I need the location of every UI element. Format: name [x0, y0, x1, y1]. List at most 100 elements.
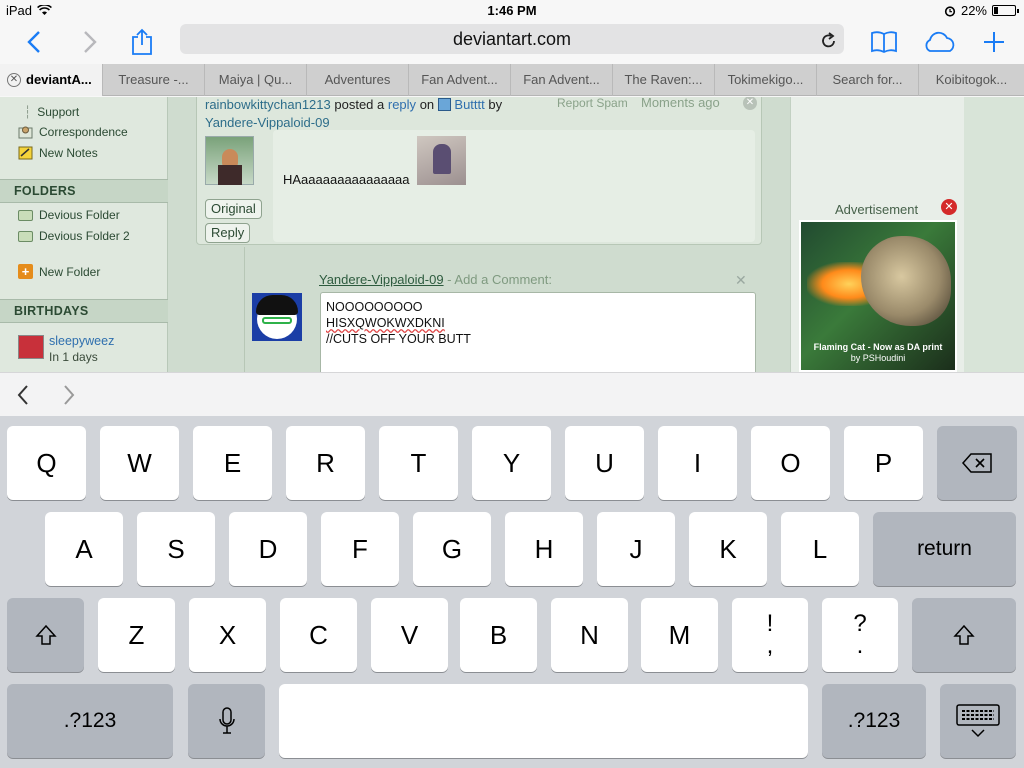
reply-user-link[interactable]: Yandere-Vippaloid-09: [319, 272, 444, 287]
space-key[interactable]: [279, 684, 808, 758]
key-d[interactable]: D: [229, 512, 307, 586]
shift-key-right[interactable]: [912, 598, 1016, 672]
birthday-avatar[interactable]: [18, 335, 44, 359]
numbers-key-left[interactable]: .?123: [7, 684, 173, 758]
comment-body: HAaaaaaaaaaaaaaaa: [273, 130, 755, 242]
key-b[interactable]: B: [460, 598, 537, 672]
comment-time: Moments ago: [641, 97, 720, 110]
sidebar-folder-2[interactable]: Devious Folder 2: [18, 229, 130, 243]
key-q[interactable]: Q: [7, 426, 86, 500]
tab-fan-adventures-2[interactable]: Fan Advent...: [511, 64, 613, 96]
share-button[interactable]: [124, 24, 160, 60]
tab-maiya[interactable]: Maiya | Qu...: [205, 64, 307, 96]
key-l[interactable]: L: [781, 512, 859, 586]
key-question-period[interactable]: ?.: [822, 598, 898, 672]
battery-icon: [992, 5, 1019, 16]
previous-field-button[interactable]: [16, 383, 30, 412]
backspace-key[interactable]: [937, 426, 1017, 500]
tab-tokimeki[interactable]: Tokimekigo...: [715, 64, 817, 96]
comment-author-avatar[interactable]: [205, 136, 254, 185]
reload-button[interactable]: [820, 29, 838, 59]
close-reply-icon[interactable]: ✕: [735, 272, 747, 289]
reload-icon: [822, 32, 835, 48]
key-c[interactable]: C: [280, 598, 357, 672]
sidebar-new-notes-link[interactable]: New Notes: [18, 146, 98, 160]
key-f[interactable]: F: [321, 512, 399, 586]
reply-button[interactable]: Reply: [205, 223, 251, 243]
key-w[interactable]: W: [100, 426, 179, 500]
key-s[interactable]: S: [137, 512, 215, 586]
delete-icon: [961, 453, 992, 473]
battery-percent: 22%: [960, 3, 987, 18]
key-o[interactable]: O: [751, 426, 830, 500]
sidebar-folder-1[interactable]: Devious Folder: [18, 208, 120, 222]
key-k[interactable]: K: [689, 512, 767, 586]
key-a[interactable]: A: [45, 512, 123, 586]
note-icon: [18, 146, 33, 160]
key-x[interactable]: X: [189, 598, 266, 672]
back-button[interactable]: [16, 24, 52, 60]
bookmarks-button[interactable]: [866, 24, 902, 60]
tab-deviantart[interactable]: ✕ deviantA...: [0, 64, 103, 96]
folder-icon: [18, 209, 33, 221]
key-n[interactable]: N: [551, 598, 628, 672]
advertisement-image[interactable]: Flaming Cat - Now as DA print by PSHoudi…: [799, 220, 957, 372]
next-field-button[interactable]: [62, 383, 76, 412]
key-j[interactable]: J: [597, 512, 675, 586]
tab-adventures[interactable]: Adventures: [307, 64, 409, 96]
close-ad-icon[interactable]: ✕: [941, 199, 957, 215]
key-i[interactable]: I: [658, 426, 737, 500]
shift-icon: [34, 624, 57, 645]
keyboard-dismiss-icon: [956, 704, 1000, 738]
reply-link[interactable]: reply: [388, 97, 416, 112]
key-exclamation-comma[interactable]: !,: [732, 598, 808, 672]
key-m[interactable]: M: [641, 598, 718, 672]
report-spam-link[interactable]: Report Spam: [557, 97, 628, 110]
correspondence-icon: [18, 126, 33, 139]
sidebar-support-link[interactable]: ┆ Support: [24, 105, 79, 119]
clock: 1:46 PM: [487, 3, 537, 18]
key-r[interactable]: R: [286, 426, 365, 500]
key-h[interactable]: H: [505, 512, 583, 586]
key-t[interactable]: T: [379, 426, 458, 500]
tab-treasure[interactable]: Treasure -...: [103, 64, 205, 96]
reply-form: Yandere-Vippaloid-09 - Add a Comment: ✕ …: [244, 247, 790, 372]
key-e[interactable]: E: [193, 426, 272, 500]
tab-search[interactable]: Search for...: [817, 64, 919, 96]
key-g[interactable]: G: [413, 512, 491, 586]
close-tab-icon[interactable]: ✕: [7, 73, 21, 87]
tab-koibito[interactable]: Koibitogok...: [919, 64, 1024, 96]
key-p[interactable]: P: [844, 426, 923, 500]
sidebar-new-folder[interactable]: + New Folder: [18, 264, 100, 279]
hide-keyboard-key[interactable]: [940, 684, 1016, 758]
key-u[interactable]: U: [565, 426, 644, 500]
shift-key-left[interactable]: [7, 598, 84, 672]
address-bar[interactable]: deviantart.com: [180, 24, 844, 54]
microphone-icon: [218, 707, 235, 734]
tab-fan-adventures-1[interactable]: Fan Advent...: [409, 64, 511, 96]
tab-the-raven[interactable]: The Raven:...: [613, 64, 715, 96]
comment-author-link[interactable]: rainbowkittychan1213: [205, 97, 331, 112]
comment-card: rainbowkittychan1213 posted a reply on B…: [196, 97, 762, 245]
dictation-key[interactable]: [188, 684, 265, 758]
alarm-icon: [944, 5, 956, 17]
original-button[interactable]: Original: [205, 199, 262, 219]
close-comment-icon[interactable]: ✕: [743, 97, 757, 110]
numbers-key-right[interactable]: .?123: [822, 684, 926, 758]
birthday-user-link[interactable]: sleepyweez: [49, 334, 114, 348]
comment-image-thumbnail[interactable]: [417, 136, 466, 185]
target-user-link[interactable]: Yandere-Vippaloid-09: [205, 115, 330, 130]
comment-textarea[interactable]: NOOOOOOOOO HISXQWOKWXDKNI //CUTS OFF YOU…: [320, 292, 756, 372]
key-v[interactable]: V: [371, 598, 448, 672]
forward-button[interactable]: [72, 24, 108, 60]
key-z[interactable]: Z: [98, 598, 175, 672]
key-y[interactable]: Y: [472, 426, 551, 500]
return-key[interactable]: return: [873, 512, 1016, 586]
deviation-link[interactable]: Butttt: [454, 97, 484, 112]
cloud-icon: [925, 31, 955, 52]
folder-icon: [18, 230, 33, 242]
sidebar-correspondence-link[interactable]: Correspondence: [18, 125, 128, 139]
chevron-right-icon: [84, 31, 97, 53]
icloud-tabs-button[interactable]: [922, 24, 958, 60]
new-tab-button[interactable]: [976, 24, 1012, 60]
